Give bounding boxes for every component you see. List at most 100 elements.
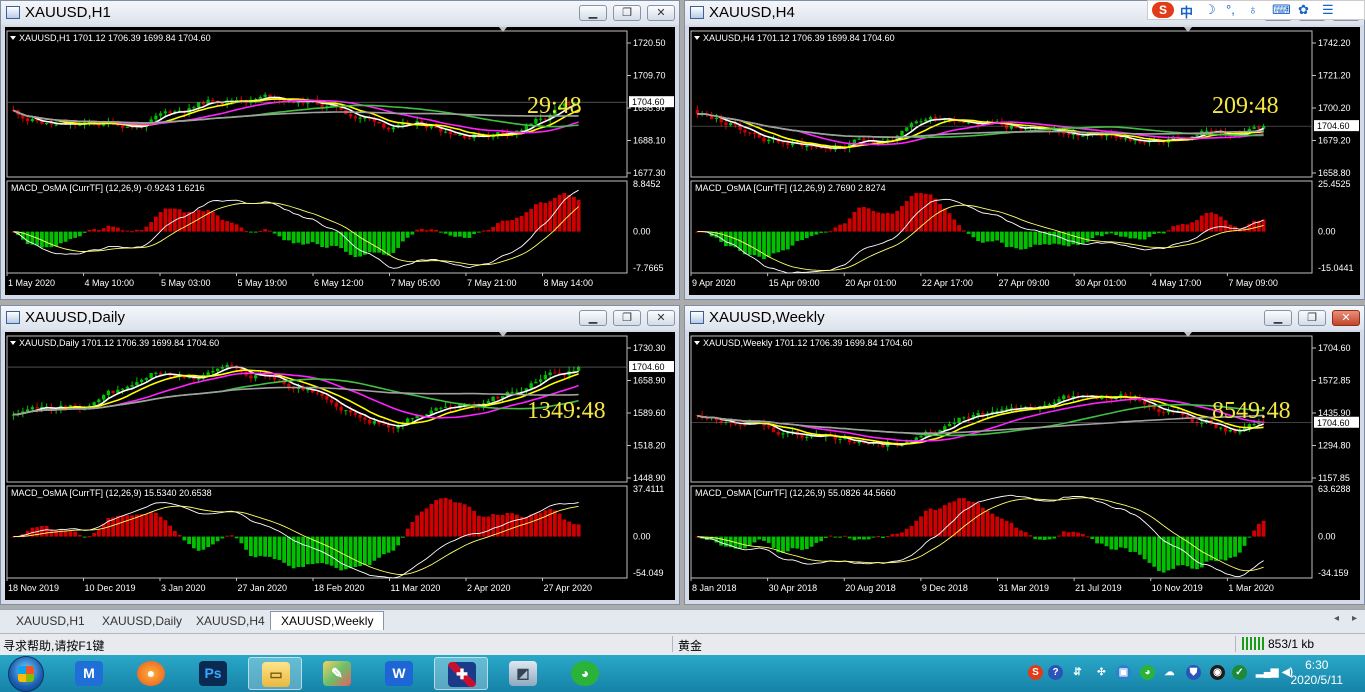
chart-menu-arrow-icon[interactable] [694, 341, 700, 345]
tab-xauusd-h1[interactable]: XAUUSD,H1 [6, 612, 95, 630]
macd-histogram-bar [557, 513, 562, 537]
maximize-button[interactable]: ❐ [613, 310, 641, 326]
tab-xauusd-h4[interactable]: XAUUSD,H4 [186, 612, 275, 630]
candle-body [1252, 127, 1256, 129]
tray-network-icon[interactable]: ✣ [1094, 665, 1109, 680]
taskbar-mt4[interactable]: ✚ [434, 657, 488, 690]
close-button[interactable]: ✕ [647, 5, 675, 21]
price-axis-label: 1709.70 [633, 71, 666, 81]
tray-sogou-icon[interactable]: S [1028, 665, 1043, 680]
minimize-button[interactable]: ▁ [579, 5, 607, 21]
candle-body [111, 390, 115, 393]
chart-menu-arrow-icon[interactable] [694, 36, 700, 40]
price-axis-label: 1677.30 [633, 168, 666, 178]
candle-body [30, 407, 35, 410]
chart-canvas[interactable]: XAUUSD,Weekly 1701.12 1706.39 1699.84 17… [689, 332, 1360, 600]
tab-xauusd-daily[interactable]: XAUUSD,Daily [92, 612, 192, 630]
taskbar-maxthon[interactable]: M [62, 657, 116, 690]
chart-menu-arrow-icon[interactable] [10, 341, 16, 345]
macd-histogram-bar [833, 227, 838, 232]
candle-body [762, 137, 766, 142]
macd-histogram-bar [1118, 231, 1123, 237]
window-titlebar[interactable]: XAUUSD,Weekly ▁ ❐ ✕ [685, 306, 1364, 330]
ime-toolbar[interactable]: S 中 ☽ °, ♁ ⌨ ✿ ☰ [1147, 0, 1365, 20]
time-axis-label: 9 Apr 2020 [692, 278, 736, 288]
chart-svg[interactable]: XAUUSD,H4 1701.12 1706.39 1699.84 1704.6… [689, 27, 1362, 297]
taskbar-firefox[interactable]: ● [124, 657, 178, 690]
tray-cloud-icon[interactable]: ☁ [1162, 665, 1177, 680]
chart-svg[interactable]: XAUUSD,Weekly 1701.12 1706.39 1699.84 17… [689, 332, 1362, 602]
candle-body [1228, 430, 1232, 432]
ime-mode-icon[interactable]: 中 [1180, 2, 1193, 21]
window-titlebar[interactable]: XAUUSD,H1 ▁ ❐ ✕ [1, 1, 679, 25]
taskbar-wechat[interactable]: ◕ [558, 657, 612, 690]
time-axis-label: 2 Apr 2020 [467, 583, 511, 593]
tab-scroll-right-icon[interactable]: ▸ [1352, 613, 1357, 624]
chart-window-d1[interactable]: XAUUSD,Daily ▁ ❐ ✕ XAUUSD,Daily 1701.12 … [0, 305, 680, 605]
macd-histogram-bar [529, 208, 534, 232]
macd-histogram-bar [457, 502, 462, 537]
tray-qq-icon[interactable]: ◉ [1210, 665, 1225, 680]
macd-histogram-bar [1237, 536, 1242, 553]
minimize-button[interactable]: ▁ [579, 310, 607, 326]
candle-body [135, 381, 139, 386]
taskbar-photoshop[interactable]: Ps [186, 657, 240, 690]
chart-window-h1[interactable]: XAUUSD,H1 ▁ ❐ ✕ XAUUSD,H1 1701.12 1706.3… [0, 0, 680, 300]
tray-usb-icon[interactable]: ⇵ [1070, 665, 1085, 680]
ime-skin-icon[interactable]: ✿ [1298, 2, 1309, 18]
chart-canvas[interactable]: XAUUSD,H4 1701.12 1706.39 1699.84 1704.6… [689, 27, 1360, 295]
tray-box-icon[interactable]: ▣ [1116, 665, 1131, 680]
tray-shield-icon[interactable]: ⛊ [1186, 665, 1201, 680]
ime-menu-icon[interactable]: ☰ [1322, 2, 1334, 18]
ime-punct-icon[interactable]: °, [1226, 2, 1235, 17]
chart-window-h4[interactable]: XAUUSD,H4 ▁ ❐ ✕ XAUUSD,H4 1701.12 1706.3… [684, 0, 1365, 300]
macd-histogram-bar [567, 194, 572, 232]
taskbar-paint[interactable]: ✎ [310, 657, 364, 690]
macd-histogram-bar [1009, 231, 1014, 247]
macd-histogram-bar [153, 216, 158, 232]
macd-histogram-bar [1052, 536, 1057, 539]
candle-body [25, 409, 30, 412]
tray-security-icon[interactable]: ✓ [1232, 665, 1247, 680]
chart-canvas[interactable]: XAUUSD,H1 1701.12 1706.39 1699.84 1704.6… [5, 27, 675, 295]
window-titlebar[interactable]: XAUUSD,Daily ▁ ❐ ✕ [1, 306, 679, 330]
chart-window-w1[interactable]: XAUUSD,Weekly ▁ ❐ ✕ XAUUSD,Weekly 1701.1… [684, 305, 1365, 605]
current-price-value: 1704.60 [1317, 418, 1350, 428]
taskbar-explorer[interactable]: ▭ [248, 657, 302, 690]
macd-histogram-bar [120, 230, 125, 232]
ime-mic-icon[interactable]: ♁ [1248, 2, 1258, 17]
chart-svg[interactable]: XAUUSD,H1 1701.12 1706.39 1699.84 1704.6… [5, 27, 677, 297]
macd-histogram-bar [467, 506, 472, 537]
taskbar-app[interactable]: ◩ [496, 657, 550, 690]
candle-body [962, 122, 966, 124]
chart-canvas[interactable]: XAUUSD,Daily 1701.12 1706.39 1699.84 170… [5, 332, 675, 600]
maximize-button[interactable]: ❐ [613, 5, 641, 21]
tab-xauusd-weekly[interactable]: XAUUSD,Weekly [270, 611, 385, 630]
start-orb[interactable] [8, 656, 44, 692]
macd-histogram-bar [1166, 230, 1171, 232]
minimize-button[interactable]: ▁ [1264, 310, 1292, 326]
taskbar-wps[interactable]: W [372, 657, 426, 690]
close-button[interactable]: ✕ [647, 310, 675, 326]
ime-keyboard-icon[interactable]: ⌨ [1272, 2, 1291, 18]
chart-menu-arrow-icon[interactable] [10, 36, 16, 40]
candle-body [1119, 137, 1123, 139]
sogou-icon[interactable]: S [1152, 2, 1174, 18]
tray-wechat-icon[interactable]: ◕ [1140, 665, 1155, 680]
system-clock[interactable]: 6:30 2020/5/11 [1291, 658, 1344, 688]
candle-body [168, 111, 172, 114]
macd-histogram-bar [215, 215, 220, 232]
tab-scroll-left-icon[interactable]: ◂ [1334, 613, 1339, 624]
tray-signal-icon[interactable]: ▂▄▆ [1256, 665, 1278, 680]
chart-svg[interactable]: XAUUSD,Daily 1701.12 1706.39 1699.84 170… [5, 332, 677, 602]
close-button[interactable]: ✕ [1332, 310, 1360, 326]
macd-histogram-bar [923, 193, 928, 232]
time-axis-label: 1 May 2020 [8, 278, 55, 288]
maximize-button[interactable]: ❐ [1298, 310, 1326, 326]
macd-histogram-bar [1176, 225, 1180, 232]
candle-body [448, 131, 453, 135]
macd-histogram-bar [239, 536, 244, 544]
tray-help-icon[interactable]: ? [1048, 665, 1063, 680]
ime-moon-icon[interactable]: ☽ [1204, 2, 1216, 18]
macd-histogram-bar [225, 535, 230, 537]
